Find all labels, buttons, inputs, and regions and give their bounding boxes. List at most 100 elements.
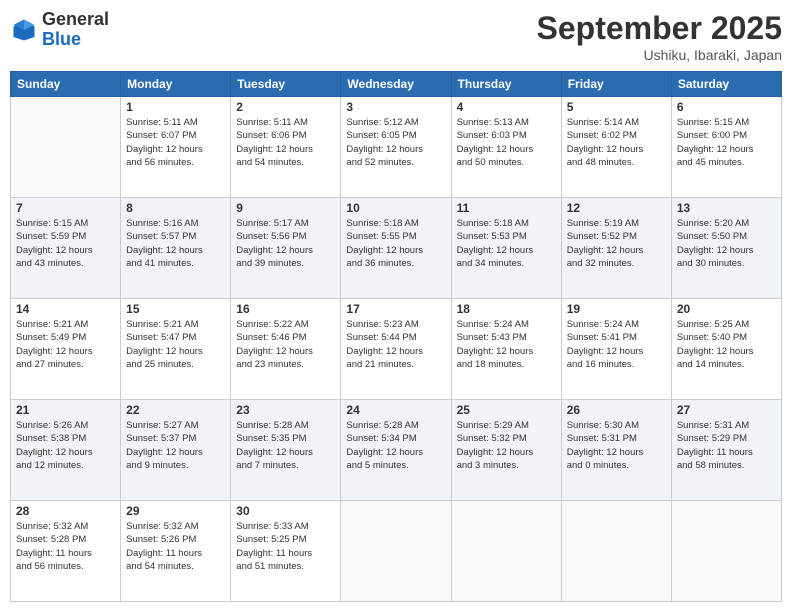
calendar-cell: 8 Sunrise: 5:16 AM Sunset: 5:57 PM Daylig… (121, 198, 231, 299)
day-info: Sunrise: 5:30 AM Sunset: 5:31 PM Dayligh… (567, 419, 666, 472)
calendar-cell: 19Sunrise: 5:24 AM Sunset: 5:41 PM Dayli… (561, 299, 671, 400)
day-info: Sunrise: 5:16 AM Sunset: 5:57 PM Dayligh… (126, 217, 225, 270)
day-info: Sunrise: 5:18 AM Sunset: 5:55 PM Dayligh… (346, 217, 445, 270)
calendar-cell: 11 Sunrise: 5:18 AM Sunset: 5:53 PM Dayli… (451, 198, 561, 299)
calendar-week-row: 14 Sunrise: 5:21 AM Sunset: 5:49 PM Dayli… (11, 299, 782, 400)
calendar-cell: 13Sunrise: 5:20 AM Sunset: 5:50 PM Dayli… (671, 198, 781, 299)
day-number: 25 (457, 403, 556, 417)
calendar-cell: 12 Sunrise: 5:19 AM Sunset: 5:52 PM Dayli… (561, 198, 671, 299)
logo-text: General Blue (42, 10, 109, 50)
day-info: Sunrise: 5:14 AM Sunset: 6:02 PM Dayligh… (567, 116, 666, 169)
calendar-cell: 30 Sunrise: 5:33 AM Sunset: 5:25 PM Dayli… (231, 501, 341, 602)
day-number: 3 (346, 100, 445, 114)
logo: General Blue (10, 10, 109, 50)
calendar-cell: 20 Sunrise: 5:25 AM Sunset: 5:40 PM Dayli… (671, 299, 781, 400)
weekday-header: Tuesday (231, 72, 341, 97)
header: General Blue September 2025 Ushiku, Ibar… (10, 10, 782, 63)
calendar-cell: 14 Sunrise: 5:21 AM Sunset: 5:49 PM Dayli… (11, 299, 121, 400)
day-info: Sunrise: 5:15 AM Sunset: 6:00 PM Dayligh… (677, 116, 776, 169)
day-number: 16 (236, 302, 335, 316)
day-info: Sunrise: 5:28 AM Sunset: 5:34 PM Dayligh… (346, 419, 445, 472)
day-info: Sunrise: 5:20 AM Sunset: 5:50 PM Dayligh… (677, 217, 776, 270)
page: General Blue September 2025 Ushiku, Ibar… (0, 0, 792, 612)
day-number: 12 (567, 201, 666, 215)
day-info: Sunrise: 5:27 AM Sunset: 5:37 PM Dayligh… (126, 419, 225, 472)
day-number: 28 (16, 504, 115, 518)
day-info: Sunrise: 5:19 AM Sunset: 5:52 PM Dayligh… (567, 217, 666, 270)
day-info: Sunrise: 5:24 AM Sunset: 5:43 PM Dayligh… (457, 318, 556, 371)
calendar-cell: 21Sunrise: 5:26 AM Sunset: 5:38 PM Dayli… (11, 400, 121, 501)
month-title: September 2025 (537, 10, 782, 47)
weekday-header: Monday (121, 72, 231, 97)
logo-general: General (42, 9, 109, 29)
day-number: 6 (677, 100, 776, 114)
calendar-cell: 24 Sunrise: 5:28 AM Sunset: 5:34 PM Dayli… (341, 400, 451, 501)
calendar-table: SundayMondayTuesdayWednesdayThursdayFrid… (10, 71, 782, 602)
calendar-cell: 17 Sunrise: 5:23 AM Sunset: 5:44 PM Dayli… (341, 299, 451, 400)
day-info: Sunrise: 5:21 AM Sunset: 5:47 PM Dayligh… (126, 318, 225, 371)
day-info: Sunrise: 5:17 AM Sunset: 5:56 PM Dayligh… (236, 217, 335, 270)
day-info: Sunrise: 5:13 AM Sunset: 6:03 PM Dayligh… (457, 116, 556, 169)
calendar-week-row: 28 Sunrise: 5:32 AM Sunset: 5:28 PM Dayli… (11, 501, 782, 602)
calendar-cell: 23Sunrise: 5:28 AM Sunset: 5:35 PM Dayli… (231, 400, 341, 501)
day-info: Sunrise: 5:32 AM Sunset: 5:26 PM Dayligh… (126, 520, 225, 573)
weekday-header: Friday (561, 72, 671, 97)
day-number: 19 (567, 302, 666, 316)
day-info: Sunrise: 5:12 AM Sunset: 6:05 PM Dayligh… (346, 116, 445, 169)
calendar-cell: 27 Sunrise: 5:31 AM Sunset: 5:29 PM Dayli… (671, 400, 781, 501)
day-info: Sunrise: 5:11 AM Sunset: 6:07 PM Dayligh… (126, 116, 225, 169)
day-info: Sunrise: 5:25 AM Sunset: 5:40 PM Dayligh… (677, 318, 776, 371)
day-info: Sunrise: 5:26 AM Sunset: 5:38 PM Dayligh… (16, 419, 115, 472)
calendar-cell: 5 Sunrise: 5:14 AM Sunset: 6:02 PM Daylig… (561, 97, 671, 198)
day-number: 17 (346, 302, 445, 316)
weekday-header: Sunday (11, 72, 121, 97)
day-number: 15 (126, 302, 225, 316)
day-number: 14 (16, 302, 115, 316)
calendar-cell (11, 97, 121, 198)
calendar-cell (451, 501, 561, 602)
calendar-cell: 1 Sunrise: 5:11 AM Sunset: 6:07 PM Daylig… (121, 97, 231, 198)
day-info: Sunrise: 5:31 AM Sunset: 5:29 PM Dayligh… (677, 419, 776, 472)
day-info: Sunrise: 5:23 AM Sunset: 5:44 PM Dayligh… (346, 318, 445, 371)
location: Ushiku, Ibaraki, Japan (537, 47, 782, 63)
day-number: 8 (126, 201, 225, 215)
calendar-cell: 4Sunrise: 5:13 AM Sunset: 6:03 PM Daylig… (451, 97, 561, 198)
day-number: 5 (567, 100, 666, 114)
day-number: 29 (126, 504, 225, 518)
calendar-header-row: SundayMondayTuesdayWednesdayThursdayFrid… (11, 72, 782, 97)
calendar-cell: 29 Sunrise: 5:32 AM Sunset: 5:26 PM Dayli… (121, 501, 231, 602)
calendar-cell: 9 Sunrise: 5:17 AM Sunset: 5:56 PM Daylig… (231, 198, 341, 299)
day-number: 18 (457, 302, 556, 316)
day-number: 7 (16, 201, 115, 215)
day-info: Sunrise: 5:33 AM Sunset: 5:25 PM Dayligh… (236, 520, 335, 573)
day-number: 24 (346, 403, 445, 417)
day-number: 20 (677, 302, 776, 316)
title-block: September 2025 Ushiku, Ibaraki, Japan (537, 10, 782, 63)
day-number: 27 (677, 403, 776, 417)
calendar-cell (671, 501, 781, 602)
day-number: 22 (126, 403, 225, 417)
calendar-cell: 25 Sunrise: 5:29 AM Sunset: 5:32 PM Dayli… (451, 400, 561, 501)
day-number: 9 (236, 201, 335, 215)
calendar-cell (561, 501, 671, 602)
calendar-week-row: 1 Sunrise: 5:11 AM Sunset: 6:07 PM Daylig… (11, 97, 782, 198)
weekday-header: Wednesday (341, 72, 451, 97)
calendar-cell: 2 Sunrise: 5:11 AM Sunset: 6:06 PM Daylig… (231, 97, 341, 198)
day-info: Sunrise: 5:29 AM Sunset: 5:32 PM Dayligh… (457, 419, 556, 472)
day-number: 26 (567, 403, 666, 417)
day-info: Sunrise: 5:21 AM Sunset: 5:49 PM Dayligh… (16, 318, 115, 371)
weekday-header: Thursday (451, 72, 561, 97)
day-info: Sunrise: 5:11 AM Sunset: 6:06 PM Dayligh… (236, 116, 335, 169)
day-number: 11 (457, 201, 556, 215)
day-number: 1 (126, 100, 225, 114)
logo-icon (10, 16, 38, 44)
calendar-cell: 7Sunrise: 5:15 AM Sunset: 5:59 PM Daylig… (11, 198, 121, 299)
day-number: 30 (236, 504, 335, 518)
calendar-week-row: 21Sunrise: 5:26 AM Sunset: 5:38 PM Dayli… (11, 400, 782, 501)
day-info: Sunrise: 5:18 AM Sunset: 5:53 PM Dayligh… (457, 217, 556, 270)
calendar-cell (341, 501, 451, 602)
day-info: Sunrise: 5:32 AM Sunset: 5:28 PM Dayligh… (16, 520, 115, 573)
calendar-cell: 15 Sunrise: 5:21 AM Sunset: 5:47 PM Dayli… (121, 299, 231, 400)
day-number: 2 (236, 100, 335, 114)
calendar-cell: 28 Sunrise: 5:32 AM Sunset: 5:28 PM Dayli… (11, 501, 121, 602)
